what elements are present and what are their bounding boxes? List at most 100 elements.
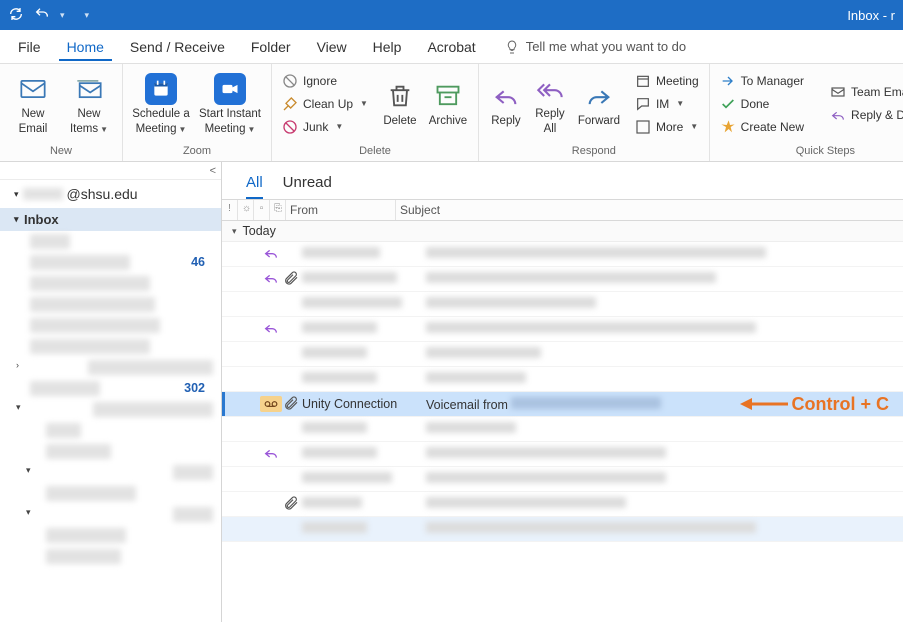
qat-chevron-icon[interactable]: ▾ bbox=[60, 10, 65, 21]
account-header[interactable]: ▾ xxxx@shsu.edu bbox=[0, 180, 221, 208]
chevron-down-icon: ▾ bbox=[16, 402, 26, 417]
mail-row[interactable] bbox=[222, 367, 903, 392]
mail-row[interactable] bbox=[222, 342, 903, 367]
mail-row[interactable] bbox=[222, 317, 903, 342]
collapse-nav-icon[interactable]: < bbox=[204, 163, 222, 179]
qs-create-new[interactable]: Create New bbox=[716, 117, 808, 137]
im-button[interactable]: IM▼ bbox=[631, 94, 703, 114]
delete-button[interactable]: Delete bbox=[378, 78, 422, 128]
tab-folder[interactable]: Folder bbox=[243, 33, 299, 61]
forward-button[interactable]: Forward bbox=[573, 78, 625, 128]
envelope-stack-icon bbox=[73, 73, 105, 105]
more-respond-button[interactable]: More▼ bbox=[631, 117, 703, 137]
tab-acrobat[interactable]: Acrobat bbox=[419, 33, 483, 61]
mail-row[interactable] bbox=[222, 442, 903, 467]
mail-row[interactable] bbox=[222, 267, 903, 292]
attach-col-icon: ⎘ bbox=[270, 200, 286, 220]
mail-from: Unity Connection bbox=[302, 397, 397, 411]
tell-me-label: Tell me what you want to do bbox=[526, 39, 686, 54]
nav-item[interactable]: xxxxxxxxxx bbox=[0, 315, 221, 336]
tab-view[interactable]: View bbox=[309, 33, 355, 61]
nav-item[interactable]: xxxxxxxx46 bbox=[0, 252, 221, 273]
tab-help[interactable]: Help bbox=[365, 33, 410, 61]
redacted-text: xxxxxxx bbox=[46, 486, 136, 501]
redacted-text: xxxxxxxxx bbox=[30, 339, 150, 354]
start-instant-meeting-button[interactable]: Start Instant Meeting▼ bbox=[195, 71, 265, 136]
mail-row[interactable] bbox=[222, 517, 903, 542]
archive-button[interactable]: Archive bbox=[424, 78, 472, 128]
qs-team-email[interactable]: Team Email bbox=[826, 82, 903, 102]
redacted-text: xxxx bbox=[173, 507, 213, 522]
nav-item-expandable[interactable]: ▾ xxxxxxxxx bbox=[0, 399, 221, 420]
nav-folder-inbox[interactable]: ▾ Inbox bbox=[0, 208, 221, 231]
new-items-button[interactable]: New Items▼ bbox=[62, 71, 116, 136]
filter-tab-unread[interactable]: Unread bbox=[283, 174, 332, 199]
subject-col-header[interactable]: Subject bbox=[396, 200, 903, 220]
qat-customize-icon[interactable]: ▾ bbox=[85, 10, 90, 21]
redacted-text: xxxxxxxxxx bbox=[88, 360, 213, 375]
junk-button[interactable]: Junk▼ bbox=[278, 117, 372, 137]
qs-to-manager[interactable]: To Manager bbox=[716, 71, 808, 91]
chevron-down-icon: ▾ bbox=[14, 214, 24, 225]
redacted-text: xxxxxxxxxx bbox=[30, 318, 160, 333]
undo-icon[interactable] bbox=[34, 6, 50, 25]
tell-me-search[interactable]: Tell me what you want to do bbox=[504, 39, 686, 55]
chevron-down-icon: ▼ bbox=[178, 125, 186, 134]
redacted-text: xxxxxxxxx bbox=[30, 276, 150, 291]
nav-item-expandable[interactable]: ▾xxxx bbox=[0, 462, 221, 483]
schedule-meeting-button[interactable]: Schedule a Meeting▼ bbox=[129, 71, 193, 136]
ribbon-group-respond: Reply Reply All Forward Meeting bbox=[479, 64, 710, 161]
new-email-button[interactable]: New Email bbox=[6, 71, 60, 136]
reminder-col-icon: ☼ bbox=[238, 200, 254, 220]
nav-item[interactable]: xxxxxxxxx bbox=[0, 336, 221, 357]
icon-col: ▫ bbox=[254, 200, 270, 220]
column-header[interactable]: ! ☼ ▫ ⎘ From Subject bbox=[222, 199, 903, 221]
nav-item[interactable]: xxxxxx bbox=[0, 546, 221, 567]
nav-item[interactable]: xxxxxxxxxx bbox=[0, 294, 221, 315]
voicemail-icon bbox=[260, 396, 282, 412]
chevron-down-icon: ▼ bbox=[335, 122, 343, 131]
mail-row[interactable] bbox=[222, 467, 903, 492]
group-header-today[interactable]: ▾ Today bbox=[222, 221, 903, 242]
ribbon-group-delete: Ignore Clean Up▼ Junk▼ Delete bbox=[272, 64, 479, 161]
nav-item-expandable[interactable]: ▾xxxx bbox=[0, 504, 221, 525]
nav-item[interactable]: xxxxxxx bbox=[0, 483, 221, 504]
cleanup-button[interactable]: Clean Up▼ bbox=[278, 94, 372, 114]
filter-tab-all[interactable]: All bbox=[246, 174, 263, 199]
nav-item[interactable]: xxxxxx302 bbox=[0, 378, 221, 399]
nav-item[interactable]: xxxxxxxxx bbox=[0, 273, 221, 294]
calendar-icon bbox=[145, 73, 177, 105]
qs-reply-delete[interactable]: Reply & Delete bbox=[826, 105, 903, 125]
group-label-quicksteps: Quick Steps bbox=[710, 143, 903, 161]
mail-row[interactable] bbox=[222, 417, 903, 442]
mail-row-voicemail[interactable]: Unity Connection Voicemail from Control … bbox=[222, 392, 903, 417]
nav-item[interactable]: xxxxxxx bbox=[0, 525, 221, 546]
nav-item[interactable]: xxxx bbox=[0, 231, 221, 252]
sync-icon[interactable] bbox=[8, 6, 24, 25]
meeting-button[interactable]: Meeting bbox=[631, 71, 703, 91]
qs-done[interactable]: Done bbox=[716, 94, 808, 114]
mail-row[interactable] bbox=[222, 492, 903, 517]
redacted-text: xxxxxxxx bbox=[30, 255, 130, 270]
reply-all-icon bbox=[534, 73, 566, 105]
archive-icon bbox=[432, 80, 464, 112]
tab-home[interactable]: Home bbox=[59, 33, 112, 61]
redacted-text: xxxxxxxxx bbox=[93, 402, 213, 417]
importance-col-icon: ! bbox=[222, 200, 238, 220]
ribbon-group-new: New Email New Items▼ New bbox=[0, 64, 123, 161]
nav-item-expandable[interactable]: ›xxxxxxxxxx bbox=[0, 357, 221, 378]
redacted-text: xxxxxx bbox=[30, 381, 100, 396]
reply-button[interactable]: Reply bbox=[485, 78, 527, 128]
nav-item[interactable]: xxxxx bbox=[0, 441, 221, 462]
nav-item[interactable]: xxx bbox=[0, 420, 221, 441]
tab-send-receive[interactable]: Send / Receive bbox=[122, 33, 233, 61]
mail-row[interactable] bbox=[222, 242, 903, 267]
reply-all-button[interactable]: Reply All bbox=[529, 71, 571, 136]
from-col-header[interactable]: From bbox=[286, 200, 396, 220]
ignore-button[interactable]: Ignore bbox=[278, 71, 372, 91]
redacted-text: xxxxxxxxxx bbox=[30, 297, 155, 312]
mail-row[interactable] bbox=[222, 292, 903, 317]
tab-file[interactable]: File bbox=[10, 33, 49, 61]
video-camera-icon bbox=[214, 73, 246, 105]
chevron-down-icon: ▼ bbox=[360, 99, 368, 108]
